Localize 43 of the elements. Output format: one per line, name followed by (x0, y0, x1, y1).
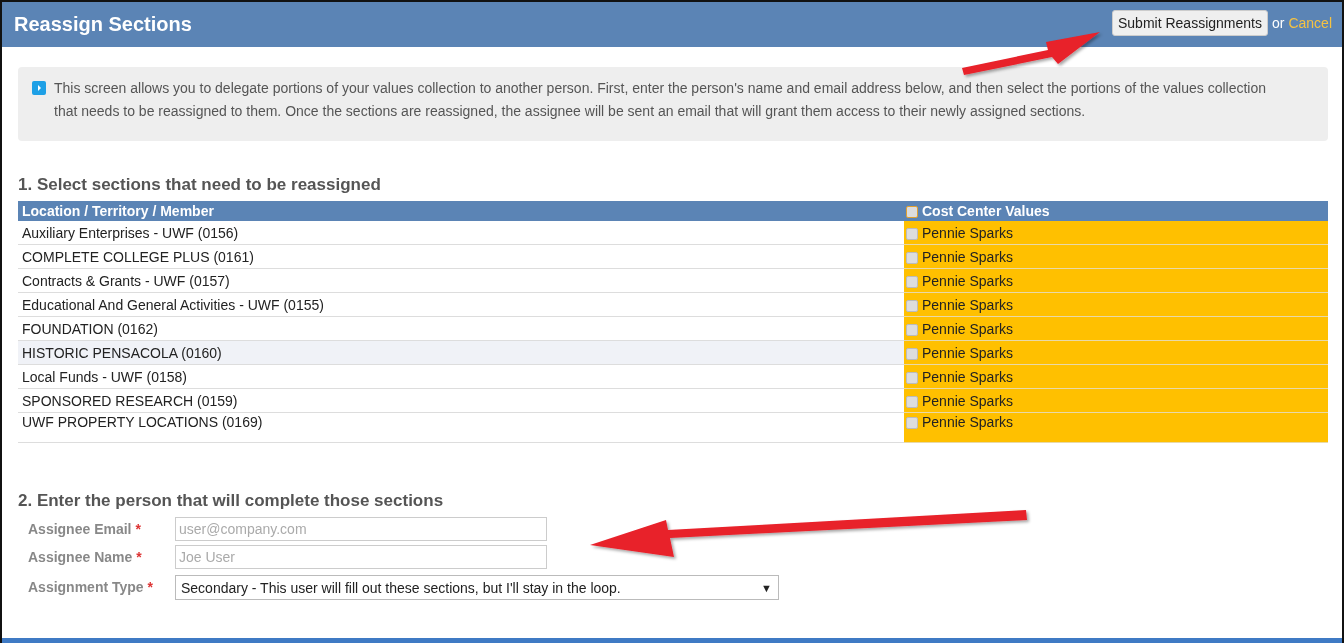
field-label: Assignee Email * (28, 521, 142, 537)
table-cell: Local Funds - UWF (0158) (18, 364, 904, 389)
table-cell: Pennie Sparks (904, 268, 1328, 293)
table-cell: FOUNDATION (0162) (18, 316, 904, 341)
section-heading: 2. Enter the person that will complete those sections (18, 491, 445, 511)
table-cell: Pennie Sparks (904, 340, 1328, 365)
column-header: Cost Center Values (904, 201, 1328, 221)
input-field[interactable]: Joe User (175, 545, 547, 569)
row-checkbox[interactable] (906, 275, 918, 288)
submit-reassignments-button[interactable]: Submit Reassignments (1112, 9, 1268, 36)
table-cell: Educational And General Activities - UWF (0155) (18, 292, 904, 317)
table-cell: COMPLETE COLLEGE PLUS (0161) (18, 244, 904, 269)
table-cell: HISTORIC PENSACOLA (0160) (18, 340, 904, 365)
row-checkbox[interactable] (906, 323, 918, 336)
table-cell: Pennie Sparks (904, 292, 1328, 317)
row-checkbox[interactable] (906, 227, 918, 240)
row-checkbox[interactable] (906, 371, 918, 384)
table-cell: SPONSORED RESEARCH (0159) (18, 388, 904, 413)
field-label: Assignee Name * (28, 549, 143, 565)
assignment-type-dropdown[interactable]: Secondary - This user will fill out these sections, but I'll stay in the loop. ▼ (175, 575, 779, 600)
info-text: This screen allows you to delegate portions of your values collection to another person. First, enter the person's name and email address below, and then select the portions of the values collection that needs to be reassigned to them. Once the sections are reassigned, the assignee will be sent an email that will grant them access to their newly assigned sections. (54, 79, 1268, 121)
table-cell: Pennie Sparks (904, 388, 1328, 413)
or-text: or (1271, 14, 1285, 31)
table-cell: Pennie Sparks (904, 364, 1328, 389)
row-checkbox[interactable] (906, 299, 918, 312)
field-label: Assignment Type * (28, 578, 154, 595)
info-icon (32, 81, 46, 95)
section-heading: 1. Select sections that need to be reassigned (18, 175, 382, 195)
table-cell: Contracts & Grants - UWF (0157) (18, 268, 904, 293)
row-checkbox[interactable] (906, 395, 918, 408)
row-checkbox[interactable] (906, 417, 918, 429)
page-title: Reassign Sections (14, 13, 193, 36)
table-cell: Pennie Sparks (904, 244, 1328, 269)
row-checkbox[interactable] (906, 251, 918, 264)
column-header: Location / Territory / Member (18, 201, 904, 221)
input-field[interactable]: user@company.com (175, 517, 547, 541)
row-checkbox[interactable] (906, 347, 918, 360)
table-cell: Pennie Sparks (904, 221, 1328, 245)
table-cell: Auxiliary Enterprises - UWF (0156) (18, 221, 904, 245)
table-cell: Pennie Sparks (904, 316, 1328, 341)
table-cell: Pennie Sparks (904, 412, 1328, 443)
select-all-checkbox[interactable] (906, 206, 918, 218)
table-cell: UWF PROPERTY LOCATIONS (0169) (18, 412, 904, 443)
